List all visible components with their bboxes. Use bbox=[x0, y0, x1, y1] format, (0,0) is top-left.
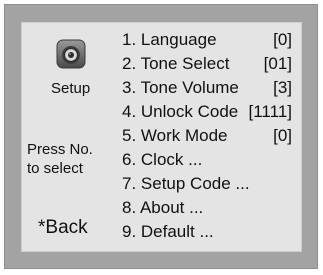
instruction-line-1: Press No. bbox=[27, 141, 93, 158]
menu-item-tone-volume[interactable]: 3. Tone Volume [3] bbox=[122, 77, 292, 99]
instruction-line-2: to select bbox=[27, 160, 83, 177]
menu-item-unlock-code[interactable]: 4. Unlock Code [1111] bbox=[122, 101, 292, 123]
menu-item-value: [0] bbox=[273, 126, 292, 145]
menu-item-about[interactable]: 8. About ... bbox=[122, 197, 292, 219]
menu-item-clock[interactable]: 6. Clock ... bbox=[122, 149, 292, 171]
menu-item-default[interactable]: 9. Default ... bbox=[122, 221, 292, 243]
menu-item-tone-select[interactable]: 2. Tone Select [01] bbox=[122, 53, 292, 75]
menu-item-label: 9. Default ... bbox=[122, 222, 214, 241]
menu-item-language[interactable]: 1. Language [0] bbox=[122, 29, 292, 51]
instruction-text: Press No. to select bbox=[27, 140, 93, 178]
menu-item-label: 2. Tone Select bbox=[122, 54, 230, 73]
menu-item-label: 7. Setup Code ... bbox=[122, 174, 250, 193]
menu-item-value: [01] bbox=[263, 54, 292, 73]
setup-label: Setup bbox=[51, 80, 91, 97]
menu-item-value: [3] bbox=[273, 78, 292, 97]
menu-item-label: 5. Work Mode bbox=[122, 126, 228, 145]
back-button[interactable]: *Back bbox=[38, 217, 88, 239]
menu-item-work-mode[interactable]: 5. Work Mode [0] bbox=[122, 125, 292, 147]
menu-item-label: 6. Clock ... bbox=[122, 150, 203, 169]
menu-item-label: 8. About ... bbox=[122, 198, 204, 217]
menu-item-label: 4. Unlock Code bbox=[122, 102, 239, 121]
menu-item-setup-code[interactable]: 7. Setup Code ... bbox=[122, 173, 292, 195]
menu-item-value: [1111] bbox=[248, 102, 292, 121]
gear-icon[interactable] bbox=[56, 39, 86, 69]
menu-item-label: 1. Language bbox=[122, 30, 217, 49]
menu-item-value: [0] bbox=[273, 30, 292, 49]
menu-item-label: 3. Tone Volume bbox=[122, 78, 239, 97]
